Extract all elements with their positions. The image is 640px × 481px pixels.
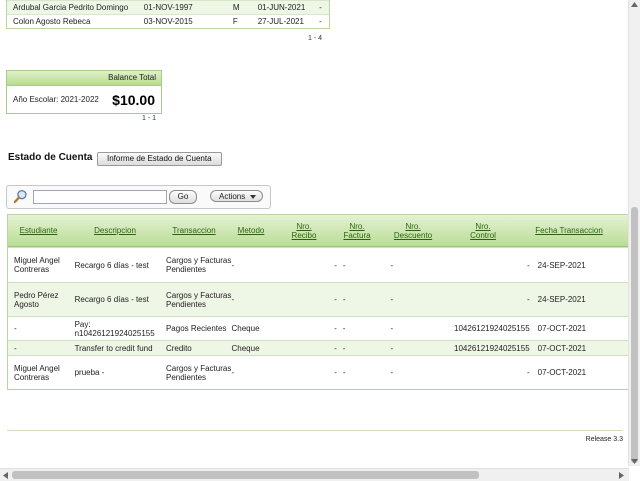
balance-panel: Balance Total Año Escolar: 2021-2022 $10… xyxy=(6,70,162,114)
cell-factura: - xyxy=(342,368,346,377)
table-row[interactable]: Miguel Angel Contreras prueba - Cargos y… xyxy=(8,355,633,389)
cell-transaccion: Cargos y Facturas Pendientes xyxy=(165,290,232,309)
cell-descripcion: Recargo 6 días - test xyxy=(74,295,149,304)
table-row[interactable]: Ardubal Garcia Pedrito Domingo 01-NOV-19… xyxy=(7,0,329,14)
cell-fecha: 07-OCT-2021 xyxy=(537,368,587,377)
table-row[interactable]: - Transfer to credit fund Credito Cheque… xyxy=(8,340,633,355)
cell-descripcion: Recargo 6 días - test xyxy=(74,260,149,270)
scroll-up-icon[interactable] xyxy=(631,2,638,7)
student-name: Ardubal Garcia Pedrito Domingo xyxy=(13,3,129,12)
account-statement-button[interactable]: Informe de Estado de Cuenta xyxy=(97,152,222,166)
sex: M xyxy=(232,3,240,12)
col-estudiante[interactable]: Estudiante xyxy=(8,215,69,246)
table-header: Estudiante Descripcion Transaccion Metod… xyxy=(8,215,633,247)
cell-fecha: 07-OCT-2021 xyxy=(537,324,587,333)
col-fecha[interactable]: Fecha Transaccion xyxy=(521,215,617,246)
table-row[interactable]: Pedro Pérez Agosto Recargo 6 días - test… xyxy=(8,282,633,316)
table-row[interactable]: Miguel Angel Contreras Recargo 6 días - … xyxy=(8,247,633,282)
cell-transaccion: Cargos y Facturas Pendientes xyxy=(165,256,232,274)
search-icon[interactable] xyxy=(13,189,28,204)
cell-estudiante: Pedro Pérez Agosto xyxy=(14,290,59,309)
cell-descuento: - xyxy=(390,368,394,377)
enroll-date: 01-JUN-2021 xyxy=(257,3,306,12)
birth-date: 03-NOV-2015 xyxy=(143,17,193,26)
cell-estudiante: - xyxy=(14,343,17,353)
balance-amount: $10.00 xyxy=(112,91,155,108)
status: - xyxy=(319,17,322,26)
release-label: Release 3.3 xyxy=(585,436,623,443)
cell-metodo: - xyxy=(231,295,235,304)
cell-metodo: Cheque xyxy=(231,324,260,333)
scroll-down-icon[interactable] xyxy=(631,459,638,464)
students-table: Ardubal Garcia Pedrito Domingo 01-NOV-19… xyxy=(6,0,330,29)
cell-transaccion: Pagos Recientes xyxy=(165,324,227,333)
vertical-scroll-thumb[interactable] xyxy=(631,207,638,463)
cell-recibo: - xyxy=(334,324,337,333)
table-row[interactable]: Colon Agosto Rebeca 03-NOV-2015 F 27-JUL… xyxy=(7,14,329,28)
vertical-scrollbar[interactable] xyxy=(628,0,640,466)
col-metodo[interactable]: Metodo xyxy=(227,215,275,246)
student-name: Colon Agosto Rebeca xyxy=(13,17,91,26)
col-control[interactable]: Nro. Control xyxy=(445,215,521,246)
balance-header: Balance Total xyxy=(7,71,161,86)
cell-factura: - xyxy=(342,343,346,353)
cell-descuento: - xyxy=(390,324,394,333)
footer-divider xyxy=(7,430,623,431)
actions-menu-button[interactable]: Actions xyxy=(210,190,263,202)
cell-transaccion: Credito xyxy=(165,343,192,353)
search-toolbar: Go Actions xyxy=(6,185,271,209)
horizontal-scroll-thumb[interactable] xyxy=(12,471,479,479)
cell-estudiante: Miguel Angel Contreras xyxy=(14,363,60,382)
scroll-right-icon[interactable] xyxy=(619,472,624,479)
school-year: Año Escolar: 2021-2022 xyxy=(13,95,99,104)
cell-estudiante: Miguel Angel Contreras xyxy=(14,256,60,274)
cell-descripcion: Pay: n10426121924025155 xyxy=(74,319,155,338)
cell-recibo: - xyxy=(334,343,337,353)
col-descuento[interactable]: Nro. Descuento xyxy=(381,215,445,246)
cell-fecha: 24-SEP-2021 xyxy=(537,295,586,304)
scroll-left-icon[interactable] xyxy=(3,472,8,479)
cell-descuento: - xyxy=(390,295,394,304)
cell-descripcion: Transfer to credit fund xyxy=(74,343,153,353)
cell-factura: - xyxy=(342,324,346,333)
cell-transaccion: Cargos y Facturas Pendientes xyxy=(165,363,232,382)
enroll-date: 27-JUL-2021 xyxy=(257,17,304,26)
col-descripcion[interactable]: Descripcion xyxy=(69,215,161,246)
cell-descuento: - xyxy=(390,260,394,270)
cell-metodo: Cheque xyxy=(231,343,260,353)
cell-estudiante: - xyxy=(14,324,17,333)
birth-date: 01-NOV-1997 xyxy=(143,3,193,12)
cell-recibo: - xyxy=(334,260,337,270)
cell-metodo: - xyxy=(231,368,235,377)
cell-recibo: - xyxy=(334,368,337,377)
chevron-down-icon xyxy=(250,195,256,199)
search-input[interactable] xyxy=(33,190,167,204)
students-pager: 1 - 4 xyxy=(308,35,323,42)
actions-label: Actions xyxy=(219,192,246,201)
cell-factura: - xyxy=(342,260,346,270)
table-row[interactable]: - Pay: n10426121924025155 Pagos Reciente… xyxy=(8,316,633,340)
cell-control: - xyxy=(526,295,530,304)
col-transaccion[interactable]: Transaccion xyxy=(161,215,227,246)
section-title: Estado de Cuenta xyxy=(8,152,93,163)
cell-control: - xyxy=(526,260,530,270)
cell-fecha: 24-SEP-2021 xyxy=(537,260,586,270)
cell-control: 10426121924025155 xyxy=(454,343,530,353)
go-button[interactable]: Go xyxy=(169,190,197,204)
account-table: Estudiante Descripcion Transaccion Metod… xyxy=(7,214,634,390)
cell-descripcion: prueba - xyxy=(74,368,105,377)
cell-control: 10426121924025155 xyxy=(454,324,530,333)
col-recibo[interactable]: Nro. Recibo xyxy=(275,215,333,246)
cell-fecha: 07-OCT-2021 xyxy=(537,343,587,353)
status: - xyxy=(319,3,322,12)
horizontal-scrollbar[interactable] xyxy=(0,468,629,481)
balance-pager: 1 - 1 xyxy=(142,115,157,122)
col-factura[interactable]: Nro. Factura xyxy=(333,215,381,246)
cell-control: - xyxy=(526,368,530,377)
cell-metodo: - xyxy=(231,260,235,270)
cell-recibo: - xyxy=(334,295,337,304)
cell-factura: - xyxy=(342,295,346,304)
sex: F xyxy=(232,17,238,26)
cell-descuento: - xyxy=(390,343,394,353)
